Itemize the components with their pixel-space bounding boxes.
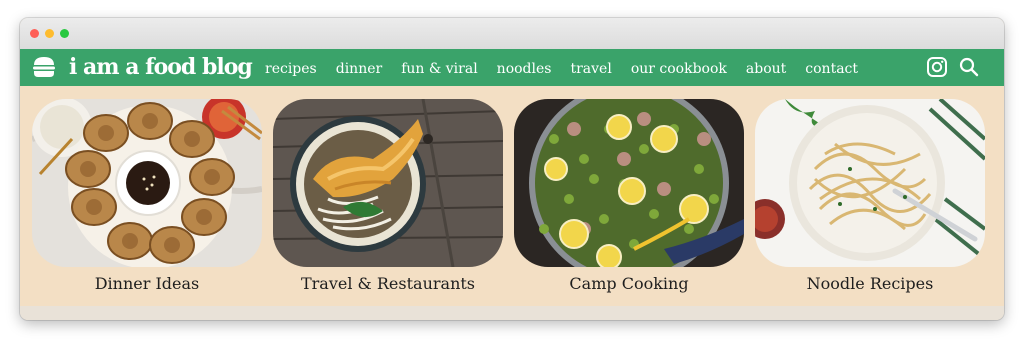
- category-card-noodle-recipes[interactable]: Noodle Recipes: [755, 99, 985, 293]
- category-card-camp-cooking[interactable]: Camp Cooking: [514, 99, 744, 293]
- nav-link-contact[interactable]: contact: [805, 61, 858, 77]
- category-label-dinner-ideas[interactable]: Dinner Ideas: [32, 274, 262, 293]
- instagram-icon[interactable]: [926, 56, 948, 78]
- burger-icon[interactable]: [32, 56, 56, 78]
- page-footer-strip: [20, 306, 1004, 320]
- nav-item-our-cookbook: our cookbook: [631, 58, 727, 77]
- nav-item-contact: contact: [805, 58, 858, 77]
- udon-photo[interactable]: [273, 99, 503, 267]
- category-card-dinner-ideas[interactable]: Dinner Ideas: [32, 99, 262, 293]
- category-card-travel-restaurants[interactable]: Travel & Restaurants: [273, 99, 503, 293]
- category-label-camp-cooking[interactable]: Camp Cooking: [514, 274, 744, 293]
- close-window-button[interactable]: [30, 29, 39, 38]
- nav-link-about[interactable]: about: [746, 61, 786, 77]
- nav-link-recipes[interactable]: recipes: [265, 61, 317, 77]
- nav-link-fun-viral[interactable]: fun & viral: [401, 61, 477, 77]
- nav-item-fun-viral: fun & viral: [401, 58, 477, 77]
- category-label-noodle-recipes[interactable]: Noodle Recipes: [755, 274, 985, 293]
- search-icon[interactable]: [958, 56, 980, 78]
- nav-link-noodles[interactable]: noodles: [497, 61, 552, 77]
- category-label-travel-restaurants[interactable]: Travel & Restaurants: [273, 274, 503, 293]
- dumplings-photo[interactable]: [32, 99, 262, 267]
- peas-skillet-photo[interactable]: [514, 99, 744, 267]
- site-header: i am a food blog recipes dinner fun & vi…: [20, 49, 1004, 86]
- site-logo[interactable]: i am a food blog: [69, 51, 253, 84]
- spaghetti-photo[interactable]: [755, 99, 985, 267]
- nav-item-noodles: noodles: [497, 58, 552, 77]
- minimize-window-button[interactable]: [45, 29, 54, 38]
- nav-item-dinner: dinner: [336, 58, 382, 77]
- maximize-window-button[interactable]: [60, 29, 69, 38]
- nav-link-our-cookbook[interactable]: our cookbook: [631, 61, 727, 77]
- main-nav: recipes dinner fun & viral noodles trave…: [265, 49, 877, 86]
- nav-link-dinner[interactable]: dinner: [336, 61, 382, 77]
- nav-item-about: about: [746, 58, 786, 77]
- nav-item-travel: travel: [570, 58, 611, 77]
- window-titlebar: [20, 18, 1004, 50]
- nav-link-travel[interactable]: travel: [570, 61, 611, 77]
- browser-window: i am a food blog recipes dinner fun & vi…: [20, 18, 1004, 320]
- nav-item-recipes: recipes: [265, 58, 317, 77]
